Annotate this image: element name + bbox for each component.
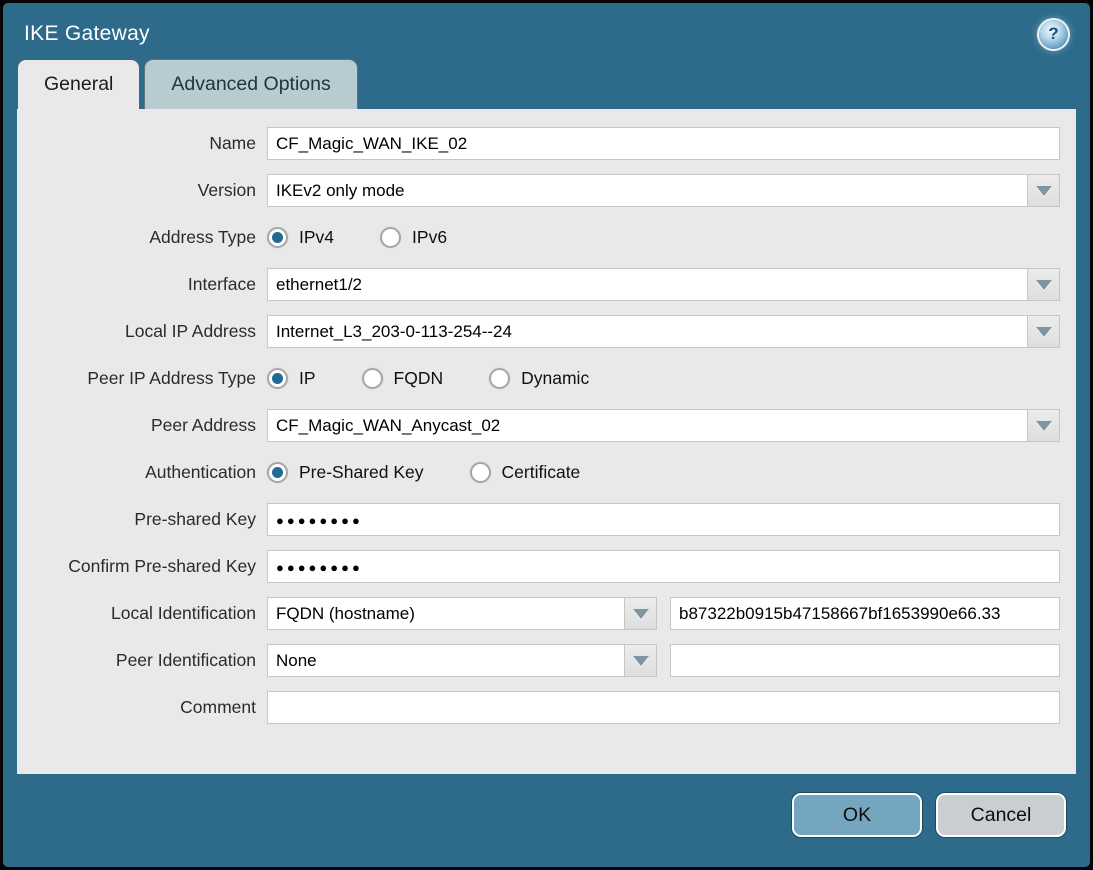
radio-ipv4-icon[interactable]: [267, 227, 288, 248]
version-label: Version: [17, 180, 267, 201]
tab-bar: General Advanced Options: [3, 59, 1090, 109]
authentication-label: Authentication: [17, 462, 267, 483]
peer-address-dropdown-button[interactable]: [1027, 409, 1060, 442]
row-pre-shared-key: Pre-shared Key: [17, 503, 1060, 536]
dialog-footer: OK Cancel: [3, 774, 1090, 837]
radio-dynamic-icon[interactable]: [489, 368, 510, 389]
chevron-down-icon: [1036, 280, 1052, 290]
radio-pre-shared-key-icon[interactable]: [267, 462, 288, 483]
row-comment: Comment: [17, 691, 1060, 724]
interface-label: Interface: [17, 274, 267, 295]
ipv6-option-label: IPv6: [412, 227, 447, 248]
row-name: Name: [17, 127, 1060, 160]
address-type-option-ipv6[interactable]: IPv6: [380, 227, 447, 248]
tab-general[interactable]: General: [17, 59, 140, 109]
chevron-down-icon: [633, 609, 649, 619]
local-identification-dropdown-button[interactable]: [624, 597, 657, 630]
row-authentication: Authentication Pre-Shared Key Certificat…: [17, 456, 1060, 489]
local-identification-value-input[interactable]: [670, 597, 1060, 630]
authentication-option-certificate[interactable]: Certificate: [470, 462, 581, 483]
tab-advanced-options[interactable]: Advanced Options: [144, 59, 357, 109]
row-local-identification: Local Identification: [17, 597, 1060, 630]
version-select[interactable]: [267, 174, 1027, 207]
chevron-down-icon: [1036, 327, 1052, 337]
comment-label: Comment: [17, 697, 267, 718]
peer-address-select[interactable]: [267, 409, 1027, 442]
row-version: Version: [17, 174, 1060, 207]
peer-identification-label: Peer Identification: [17, 650, 267, 671]
version-dropdown-button[interactable]: [1027, 174, 1060, 207]
peer-ip-type-option-ip[interactable]: IP: [267, 368, 316, 389]
radio-ipv6-icon[interactable]: [380, 227, 401, 248]
peer-ip-type-option-dynamic[interactable]: Dynamic: [489, 368, 589, 389]
local-ip-address-label: Local IP Address: [17, 321, 267, 342]
interface-select[interactable]: [267, 268, 1027, 301]
name-input[interactable]: [267, 127, 1060, 160]
ipv4-option-label: IPv4: [299, 227, 334, 248]
dynamic-option-label: Dynamic: [521, 368, 589, 389]
peer-identification-dropdown-button[interactable]: [624, 644, 657, 677]
ok-button[interactable]: OK: [792, 793, 922, 837]
row-local-ip-address: Local IP Address: [17, 315, 1060, 348]
name-label: Name: [17, 133, 267, 154]
address-type-option-ipv4[interactable]: IPv4: [267, 227, 334, 248]
address-type-label: Address Type: [17, 227, 267, 248]
local-ip-address-select[interactable]: [267, 315, 1027, 348]
peer-ip-address-type-label: Peer IP Address Type: [17, 368, 267, 389]
row-peer-address: Peer Address: [17, 409, 1060, 442]
peer-identification-type-select[interactable]: [267, 644, 624, 677]
confirm-pre-shared-key-label: Confirm Pre-shared Key: [17, 556, 267, 577]
pre-shared-key-label: Pre-shared Key: [17, 509, 267, 530]
psk-option-label: Pre-Shared Key: [299, 462, 424, 483]
authentication-option-psk[interactable]: Pre-Shared Key: [267, 462, 424, 483]
cancel-button[interactable]: Cancel: [936, 793, 1066, 837]
title-bar: IKE Gateway ?: [3, 3, 1090, 59]
row-confirm-pre-shared-key: Confirm Pre-shared Key: [17, 550, 1060, 583]
fqdn-option-label: FQDN: [394, 368, 444, 389]
radio-certificate-icon[interactable]: [470, 462, 491, 483]
interface-dropdown-button[interactable]: [1027, 268, 1060, 301]
chevron-down-icon: [1036, 186, 1052, 196]
local-ip-address-dropdown-button[interactable]: [1027, 315, 1060, 348]
local-identification-label: Local Identification: [17, 603, 267, 624]
radio-ip-icon[interactable]: [267, 368, 288, 389]
chevron-down-icon: [1036, 421, 1052, 431]
row-address-type: Address Type IPv4 IPv6: [17, 221, 1060, 254]
confirm-pre-shared-key-input[interactable]: [267, 550, 1060, 583]
row-peer-ip-address-type: Peer IP Address Type IP FQDN Dynamic: [17, 362, 1060, 395]
help-icon[interactable]: ?: [1039, 20, 1068, 49]
row-interface: Interface: [17, 268, 1060, 301]
radio-fqdn-icon[interactable]: [362, 368, 383, 389]
pre-shared-key-input[interactable]: [267, 503, 1060, 536]
ip-option-label: IP: [299, 368, 316, 389]
dialog-title: IKE Gateway: [24, 22, 150, 46]
row-peer-identification: Peer Identification: [17, 644, 1060, 677]
chevron-down-icon: [633, 656, 649, 666]
peer-identification-value-input[interactable]: [670, 644, 1060, 677]
certificate-option-label: Certificate: [502, 462, 581, 483]
general-tab-panel: Name Version Address Type IPv4: [17, 109, 1076, 774]
comment-input[interactable]: [267, 691, 1060, 724]
peer-address-label: Peer Address: [17, 415, 267, 436]
peer-ip-type-option-fqdn[interactable]: FQDN: [362, 368, 444, 389]
local-identification-type-select[interactable]: [267, 597, 624, 630]
ike-gateway-dialog: IKE Gateway ? General Advanced Options N…: [0, 0, 1093, 870]
